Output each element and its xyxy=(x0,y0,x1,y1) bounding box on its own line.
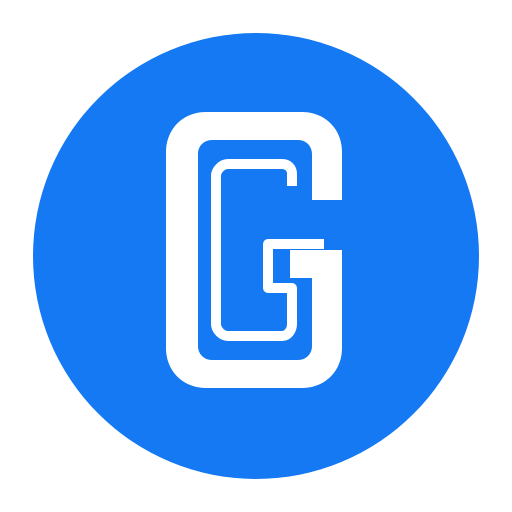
g-logo-icon xyxy=(33,33,479,479)
app-icon-canvas xyxy=(0,0,512,512)
logo-circle-background xyxy=(33,33,479,479)
